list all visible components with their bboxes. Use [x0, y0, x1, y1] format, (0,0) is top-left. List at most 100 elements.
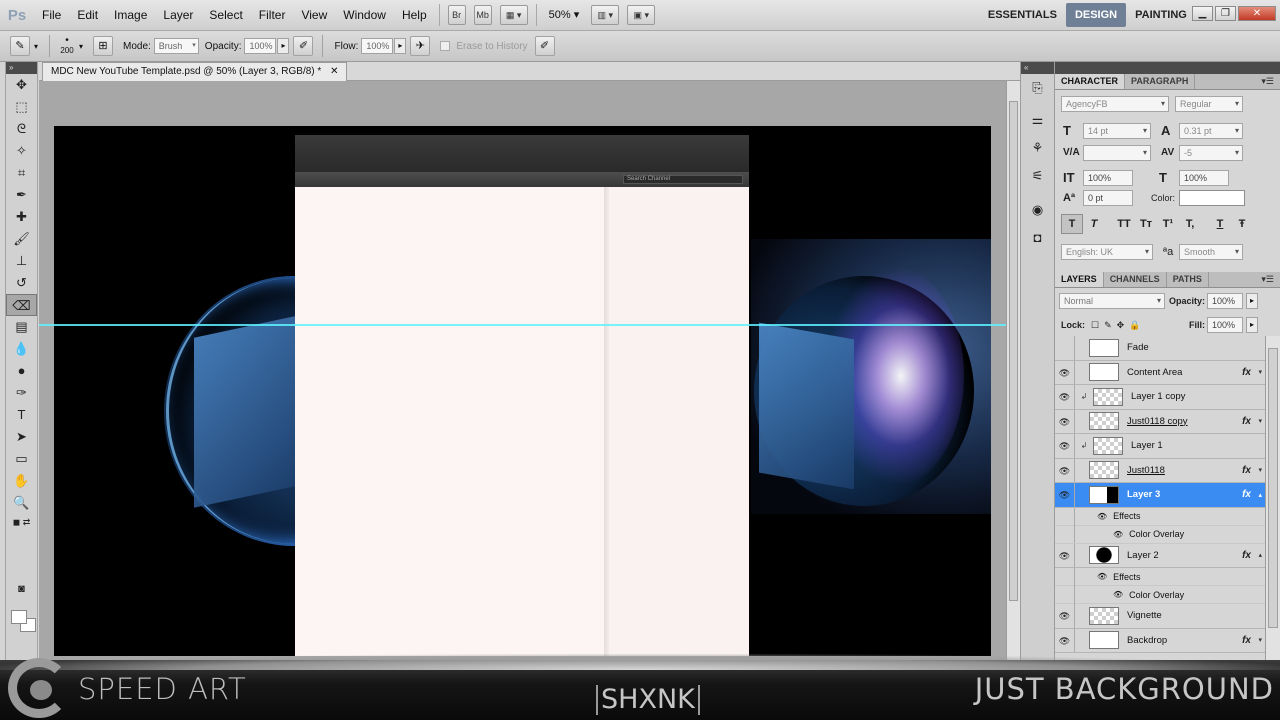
horizontal-scale-input[interactable]: 100% [1179, 170, 1229, 186]
layer-row[interactable]: 👁 Just0118 fx ▾ [1055, 458, 1265, 483]
collapse-effects-icon[interactable]: ▴ [1258, 491, 1262, 499]
menu-view[interactable]: View [293, 0, 335, 31]
visibility-toggle[interactable]: 👁 [1055, 483, 1075, 507]
layers-scrollbar[interactable] [1265, 336, 1280, 660]
erase-to-history-checkbox[interactable] [440, 41, 451, 51]
flow-slider-arrow[interactable]: ▸ [394, 38, 407, 54]
font-style-select[interactable]: Regular [1175, 96, 1243, 112]
fill-input[interactable]: 100% [1207, 317, 1243, 333]
fx-icon[interactable]: fx [1242, 489, 1251, 500]
superscript-button[interactable]: T¹ [1157, 214, 1179, 234]
layers-menu-icon[interactable]: ▾☰ [1261, 272, 1274, 287]
strikethrough-button[interactable]: Ŧ [1231, 214, 1253, 234]
language-select[interactable]: English: UK [1061, 244, 1153, 260]
close-button[interactable]: ✕ [1238, 6, 1276, 21]
eyedropper-tool-icon[interactable]: ✒ [6, 184, 37, 206]
faux-bold-button[interactable]: T [1061, 214, 1083, 234]
dodge-tool-icon[interactable]: ● [6, 360, 37, 382]
layer-row[interactable]: 👁 ↲ Layer 1 [1055, 434, 1265, 459]
visibility-toggle[interactable]: 👁 [1055, 434, 1075, 458]
fx-icon[interactable]: fx [1242, 416, 1251, 427]
visibility-toggle[interactable]: 👁 [1055, 458, 1075, 482]
anti-alias-select[interactable]: Smooth [1179, 244, 1243, 260]
layer-row[interactable]: 👁 ↲ Layer 1 copy [1055, 385, 1265, 410]
fx-icon[interactable]: fx [1242, 635, 1251, 646]
character-panel-header[interactable] [1055, 62, 1280, 74]
visibility-toggle[interactable]: 👁 [1055, 543, 1075, 567]
tab-layers[interactable]: LAYERS [1055, 272, 1104, 287]
menu-filter[interactable]: Filter [251, 0, 294, 31]
blend-mode-select[interactable]: Normal [1059, 293, 1165, 309]
visibility-toggle[interactable]: 👁 [1055, 409, 1075, 433]
fx-icon[interactable]: fx [1242, 465, 1251, 476]
tab-character[interactable]: CHARACTER [1055, 74, 1125, 89]
foreground-color-swatch[interactable] [11, 610, 27, 624]
baseline-shift-input[interactable]: 0 pt [1083, 190, 1133, 206]
layer-row[interactable]: 👁 Backdrop fx ▾ [1055, 628, 1265, 653]
effects-row[interactable]: 👁 Effects [1055, 507, 1265, 526]
layer-row[interactable]: 👁 Vignette [1055, 604, 1265, 629]
view-extras-button[interactable]: ▦ ▾ [499, 5, 528, 25]
visibility-toggle[interactable]: 👁 [1055, 385, 1075, 409]
tools-panel-header[interactable]: » [6, 62, 37, 74]
layer-row[interactable]: 👁 Layer 2 fx ▴ [1055, 543, 1265, 568]
move-tool-icon[interactable]: ✥ [6, 74, 37, 96]
vertical-scale-input[interactable]: 100% [1083, 170, 1133, 186]
tab-paths[interactable]: PATHS [1167, 272, 1209, 287]
minimize-button[interactable]: ▁ [1192, 6, 1213, 21]
eraser-tool-icon[interactable]: ⌫ [6, 294, 37, 316]
color-overlay-visibility-icon[interactable]: 👁 [1113, 530, 1123, 539]
tab-channels[interactable]: CHANNELS [1104, 272, 1167, 287]
layer-row[interactable]: 👁 Fade [1055, 336, 1265, 361]
fx-icon[interactable]: fx [1242, 550, 1251, 561]
tablet-pressure-size-icon[interactable]: ✐ [534, 36, 555, 56]
layer-row[interactable]: 👁 Content Area fx ▾ [1055, 360, 1265, 385]
color-overlay-visibility-icon[interactable]: 👁 [1113, 590, 1123, 599]
leading-select[interactable]: 0.31 pt [1179, 123, 1243, 139]
visibility-toggle[interactable]: 👁 [1055, 336, 1075, 360]
small-caps-button[interactable]: Tт [1135, 214, 1157, 234]
color-overlay-row[interactable]: 👁 Color Overlay [1055, 525, 1265, 544]
visibility-toggle[interactable]: 👁 [1055, 628, 1075, 652]
opacity-input[interactable]: 100% [244, 38, 277, 54]
crop-tool-icon[interactable]: ⌗ [6, 162, 37, 184]
menu-file[interactable]: File [34, 0, 69, 31]
all-caps-button[interactable]: TT [1113, 214, 1135, 234]
font-family-select[interactable]: AgencyFB [1061, 96, 1169, 112]
brush-presets-icon[interactable]: ◉ [1021, 196, 1054, 224]
fill-arrow[interactable]: ▸ [1246, 317, 1258, 333]
visibility-toggle[interactable]: 👁 [1055, 360, 1075, 384]
path-selection-tool-icon[interactable]: ➤ [6, 426, 37, 448]
layer-row[interactable]: 👁 Just0118 copy fx ▾ [1055, 409, 1265, 434]
collapse-effects-icon[interactable]: ▴ [1258, 551, 1262, 559]
airbrush-icon[interactable]: ✈ [410, 36, 431, 56]
faux-italic-button[interactable]: T [1083, 214, 1105, 234]
tab-paragraph[interactable]: PARAGRAPH [1125, 74, 1196, 89]
pen-tool-icon[interactable]: ✑ [6, 382, 37, 404]
expand-effects-icon[interactable]: ▾ [1258, 368, 1262, 376]
document-vertical-scrollbar[interactable] [1006, 81, 1020, 660]
effects-row[interactable]: 👁 Effects [1055, 567, 1265, 586]
mode-select[interactable]: Brush ▾ [153, 38, 199, 54]
scrollbar-thumb[interactable] [1009, 101, 1018, 601]
bridge-button[interactable]: Br [447, 5, 466, 25]
tracking-select[interactable]: -5 [1179, 145, 1243, 161]
opacity-slider-arrow[interactable]: ▸ [277, 38, 290, 54]
gradient-tool-icon[interactable]: ▤ [6, 316, 37, 338]
restore-button[interactable]: ❐ [1215, 6, 1236, 21]
text-color-swatch[interactable] [1179, 190, 1245, 206]
effects-visibility-icon[interactable]: 👁 [1097, 512, 1107, 521]
blur-tool-icon[interactable]: 💧 [6, 338, 37, 360]
workspace-design[interactable]: DESIGN [1065, 3, 1127, 27]
visibility-toggle[interactable]: 👁 [1055, 604, 1075, 628]
menu-layer[interactable]: Layer [155, 0, 201, 31]
history-brush-tool-icon[interactable]: ↺ [6, 272, 37, 294]
layer-opacity-arrow[interactable]: ▸ [1246, 293, 1258, 309]
masks-panel-icon[interactable]: ⚘ [1021, 134, 1054, 162]
layer-opacity-input[interactable]: 100% [1207, 293, 1243, 309]
clone-stamp-tool-icon[interactable]: ⊥ [6, 250, 37, 272]
expand-effects-icon[interactable]: ▾ [1258, 636, 1262, 644]
preset-dropdown-arrow[interactable]: ▾ [34, 42, 44, 51]
underline-button[interactable]: T [1209, 214, 1231, 234]
effects-visibility-icon[interactable]: 👁 [1097, 572, 1107, 581]
